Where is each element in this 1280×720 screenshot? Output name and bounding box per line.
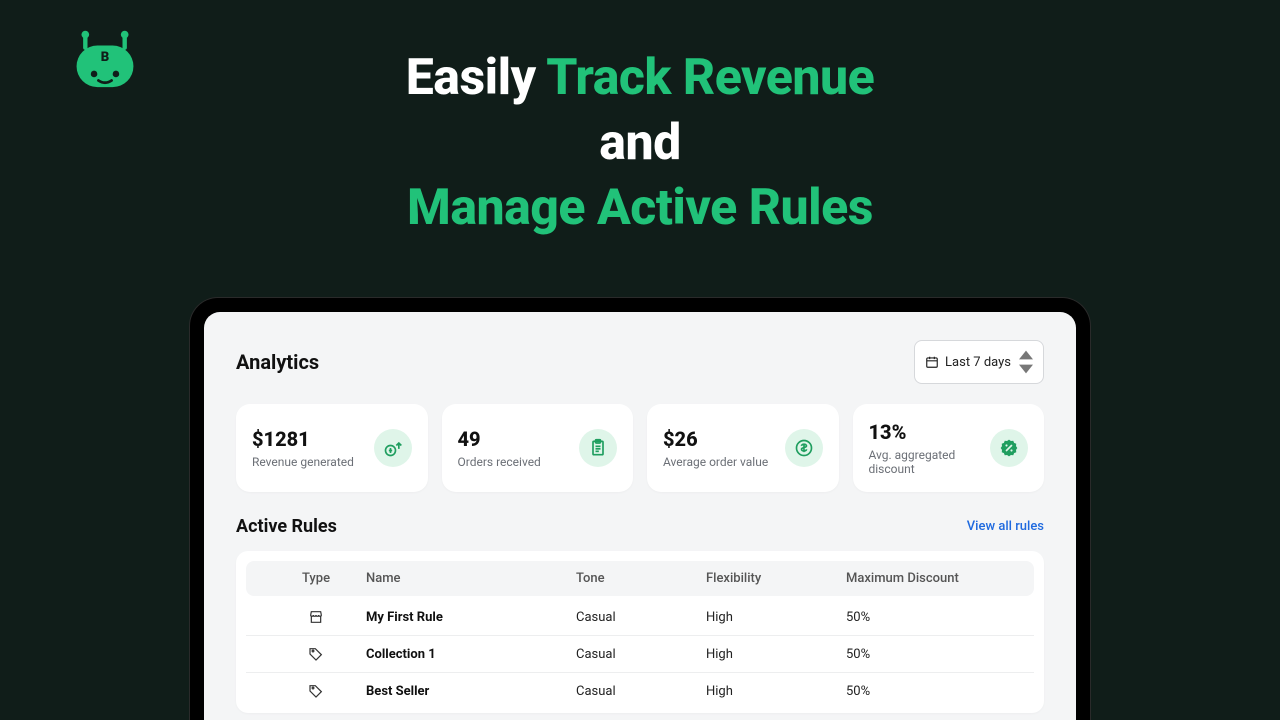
cell-tone: Casual [576, 610, 706, 625]
metric-value: 13% [869, 420, 991, 444]
cell-max: 50% [846, 684, 1046, 699]
active-rules-title: Active Rules [236, 516, 337, 537]
store-icon [266, 609, 366, 625]
hero-text-2: Track Revenue [546, 49, 874, 107]
hero-headline: Easily Track Revenue and Manage Active R… [0, 0, 1280, 241]
cell-tone: Casual [576, 684, 706, 699]
cell-flex: High [706, 647, 846, 662]
hero-text-4: Manage Active Rules [407, 179, 873, 237]
table-row[interactable]: Collection 1 Casual High 50% [246, 635, 1034, 672]
metric-card-discount: 13% Avg. aggregated discount [853, 404, 1045, 492]
cell-flex: High [706, 610, 846, 625]
device-frame: Analytics Last 7 days $1281 R [190, 298, 1090, 720]
cell-name: Collection 1 [366, 647, 576, 662]
metric-label: Avg. aggregated discount [869, 448, 991, 476]
cell-name: Best Seller [366, 684, 576, 699]
app-screen: Analytics Last 7 days $1281 R [204, 312, 1076, 720]
discount-badge-icon [990, 429, 1028, 467]
table-row[interactable]: My First Rule Casual High 50% [246, 598, 1034, 635]
cell-max: 50% [846, 647, 1046, 662]
metric-value: 49 [458, 427, 541, 451]
hero-text-3: and [599, 114, 680, 172]
cell-max: 50% [846, 610, 1046, 625]
tag-icon [266, 683, 366, 699]
cell-flex: High [706, 684, 846, 699]
col-max: Maximum Discount [846, 571, 1046, 586]
table-row[interactable]: Best Seller Casual High 50% [246, 672, 1034, 709]
analytics-title: Analytics [236, 350, 319, 374]
metric-label: Average order value [663, 455, 768, 469]
metric-card-aov: $26 Average order value [647, 404, 839, 492]
metric-value: $26 [663, 427, 768, 451]
sort-chevrons-icon [1019, 348, 1033, 376]
cell-name: My First Rule [366, 610, 576, 625]
metric-value: $1281 [252, 427, 354, 451]
money-up-icon [374, 429, 412, 467]
view-all-rules-link[interactable]: View all rules [967, 519, 1044, 534]
metric-label: Orders received [458, 455, 541, 469]
metric-label: Revenue generated [252, 455, 354, 469]
cell-tone: Casual [576, 647, 706, 662]
hero-text-1: Easily [406, 49, 546, 107]
clipboard-icon [579, 429, 617, 467]
col-name: Name [366, 571, 576, 586]
metric-card-revenue: $1281 Revenue generated [236, 404, 428, 492]
tag-icon [266, 646, 366, 662]
brand-logo: B [70, 28, 140, 88]
dollar-circle-icon [785, 429, 823, 467]
calendar-icon [925, 355, 939, 369]
svg-text:B: B [101, 50, 109, 65]
metric-card-orders: 49 Orders received [442, 404, 634, 492]
rules-table: Type Name Tone Flexibility Maximum Disco… [236, 551, 1044, 713]
col-type: Type [266, 571, 366, 586]
table-header: Type Name Tone Flexibility Maximum Disco… [246, 561, 1034, 596]
date-range-label: Last 7 days [945, 355, 1011, 370]
col-flex: Flexibility [706, 571, 846, 586]
date-range-selector[interactable]: Last 7 days [914, 340, 1044, 384]
col-tone: Tone [576, 571, 706, 586]
